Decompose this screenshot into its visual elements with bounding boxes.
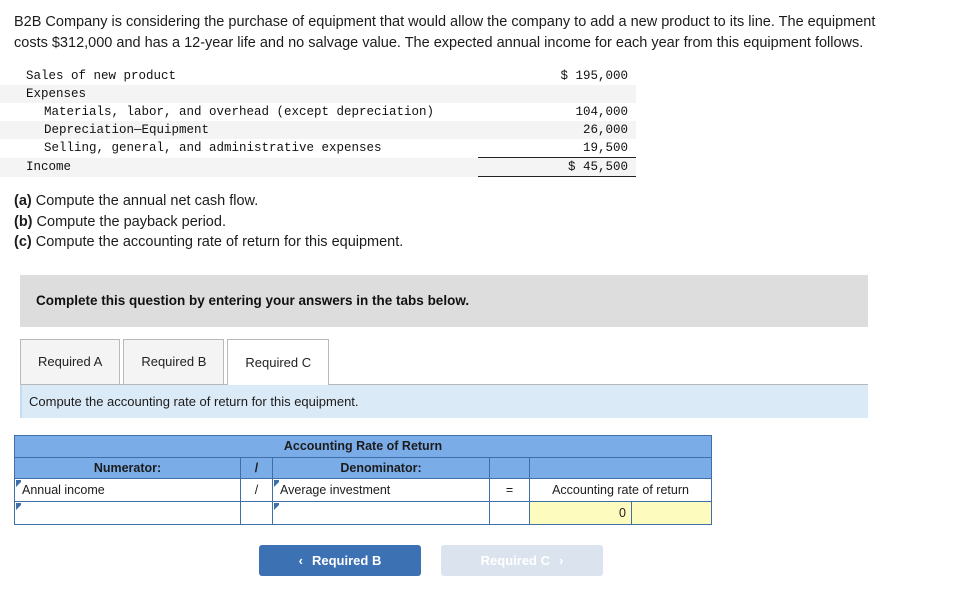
chevron-right-icon: › [559, 552, 564, 568]
income-row-amount [478, 85, 636, 104]
income-row-amount: $ 45,500 [478, 157, 636, 178]
arr-title-row: Accounting Rate of Return [13, 434, 713, 458]
table-row: Selling, general, and administrative exp… [0, 139, 636, 158]
tab-required-a[interactable]: Required A [20, 338, 121, 384]
requirement-text: Compute the payback period. [36, 213, 226, 230]
income-row-amount: $ 195,000 [560, 69, 628, 84]
instruction-banner-text: Complete this question by entering your … [36, 293, 470, 309]
numerator-header: Numerator: [14, 456, 241, 479]
income-row-amount: 19,500 [582, 141, 628, 156]
income-row-label: Income [0, 157, 478, 177]
denominator-formula-text: Average investment [280, 482, 391, 497]
cell-marker-icon [16, 502, 21, 510]
numerator-formula-text: Annual income [22, 482, 105, 497]
cell-marker-icon [274, 479, 279, 487]
arr-table-title: Accounting Rate of Return [13, 434, 713, 458]
income-statement-body: Sales of new product $ 195,000 Expenses … [0, 67, 636, 178]
sub-instruction-text: Compute the accounting rate of return fo… [29, 393, 359, 409]
requirements-list: (a) Compute the annual net cash flow. (b… [14, 191, 956, 253]
denominator-header: Denominator: [272, 456, 490, 479]
income-row-label: Depreciation—Equipment [0, 121, 478, 140]
tab-label: Required A [38, 354, 103, 370]
tab-required-b[interactable]: Required B [123, 338, 225, 384]
table-row: Materials, labor, and overhead (except d… [0, 103, 636, 121]
slash-answer-cell [240, 500, 273, 525]
equals-answer-cell [489, 500, 530, 525]
income-row-label: Sales of new product [26, 69, 177, 84]
accounting-rate-of-return-table: Accounting Rate of Return Numerator: / D… [13, 434, 713, 525]
denominator-formula-cell[interactable]: Average investment [272, 477, 490, 502]
income-row-amount: 104,000 [575, 105, 628, 120]
instruction-banner: Complete this question by entering your … [20, 274, 868, 327]
income-row-label: Materials, labor, and overhead (except d… [44, 105, 435, 120]
income-statement-table: Sales of new product $ 195,000 Expenses … [0, 67, 636, 178]
arr-answer-row: 0 [14, 500, 713, 525]
income-row-label: Expenses [0, 85, 478, 104]
arr-formula-row: Annual income / Average investment = Acc… [14, 477, 713, 502]
table-row: Depreciation—Equipment 26,000 [0, 121, 636, 140]
denominator-input-cell[interactable] [272, 500, 490, 525]
tab-required-c[interactable]: Required C [227, 338, 330, 385]
sub-instruction-bar: Compute the accounting rate of return fo… [20, 384, 868, 418]
result-label-cell: Accounting rate of return [528, 477, 713, 502]
next-button-label: Required C [480, 552, 550, 568]
tab-label: Required B [141, 354, 207, 370]
cell-marker-icon [274, 502, 279, 510]
accounting-rate-of-return-value[interactable]: 0 [529, 500, 632, 525]
navigation-buttons: ‹ Required B Required C › [259, 544, 956, 576]
table-row: Expenses [0, 85, 636, 104]
income-row-label: Selling, general, and administrative exp… [44, 141, 382, 156]
tab-strip: Required A Required B Required C [20, 338, 868, 385]
accounting-rate-of-return-suffix[interactable] [630, 500, 713, 525]
table-row: Income $ 45,500 [0, 157, 636, 178]
cell-marker-icon [16, 479, 21, 487]
problem-statement: B2B Company is considering the purchase … [0, 0, 956, 57]
prev-required-b-button[interactable]: ‹ Required B [259, 544, 421, 576]
chevron-left-icon: ‹ [298, 552, 303, 568]
result-header-blank [528, 456, 713, 479]
requirement-text: Compute the accounting rate of return fo… [35, 234, 404, 251]
numerator-input-cell[interactable] [14, 500, 241, 525]
income-row-amount: 26,000 [478, 121, 636, 140]
table-row: Sales of new product $ 195,000 [0, 67, 636, 85]
problem-statement-text: B2B Company is considering the purchase … [14, 14, 876, 51]
requirement-item-c: (c) Compute the accounting rate of retur… [14, 232, 956, 253]
equals-header-blank [489, 456, 530, 479]
tab-label: Required C [245, 354, 312, 370]
numerator-formula-cell[interactable]: Annual income [14, 477, 241, 502]
slash-formula-cell: / [240, 477, 273, 502]
requirement-key: (c) [14, 234, 32, 251]
prev-button-label: Required B [312, 552, 382, 568]
requirement-key: (b) [14, 213, 33, 230]
arr-table-body: Accounting Rate of Return Numerator: / D… [13, 434, 713, 525]
requirement-item-b: (b) Compute the payback period. [14, 212, 956, 233]
requirement-item-a: (a) Compute the annual net cash flow. [14, 191, 956, 212]
equals-sign-cell: = [489, 477, 530, 502]
next-required-c-button: Required C › [441, 544, 603, 576]
slash-header: / [240, 456, 273, 479]
arr-header-row: Numerator: / Denominator: [14, 456, 713, 479]
requirement-text: Compute the annual net cash flow. [35, 193, 259, 210]
requirement-key: (a) [14, 193, 32, 210]
